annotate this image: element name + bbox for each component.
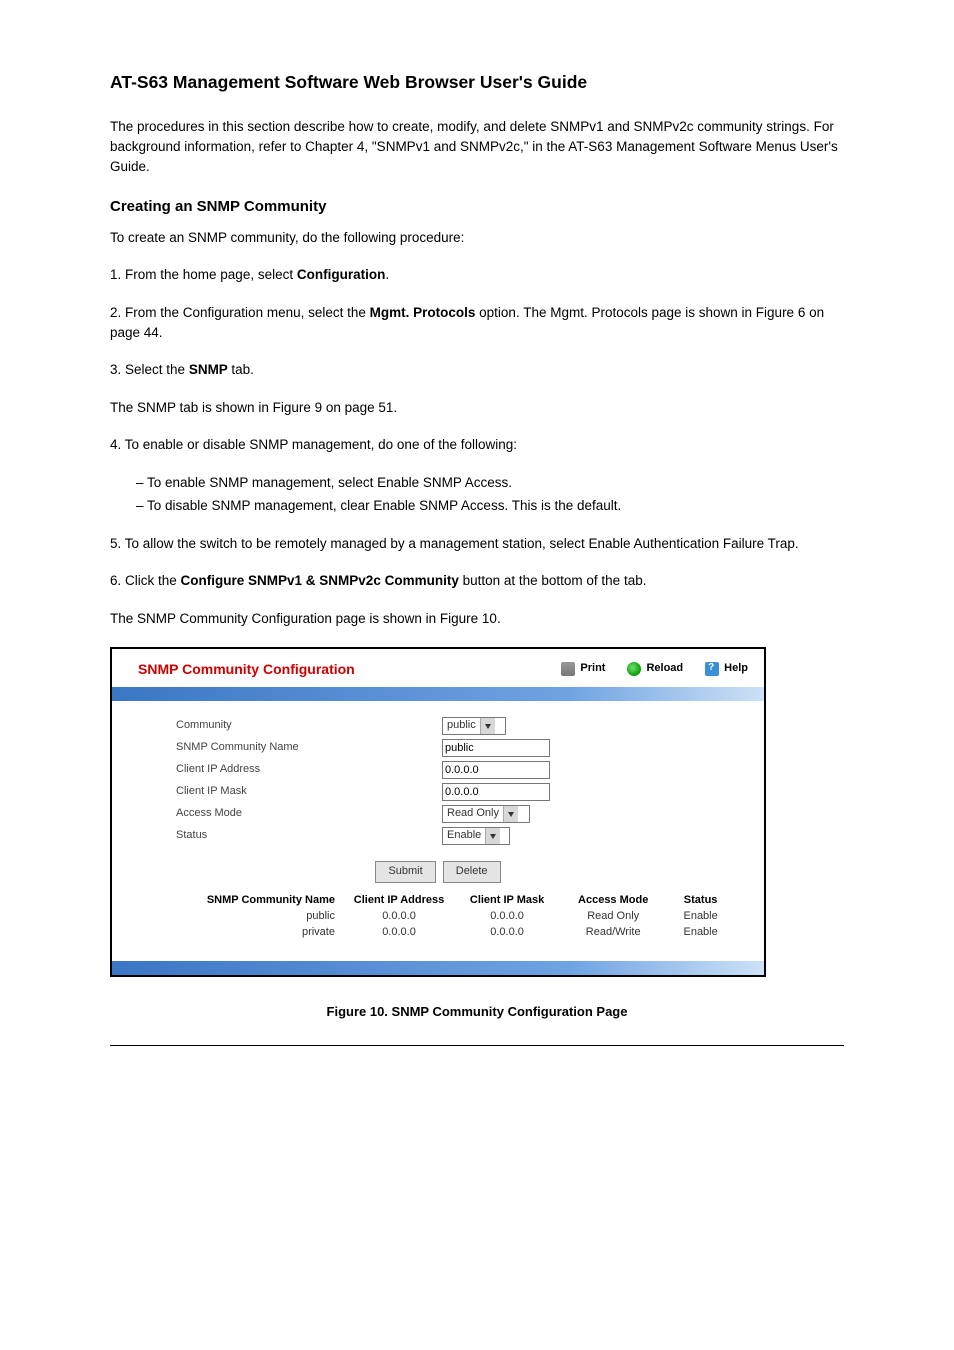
label-client-ip: Client IP Address <box>176 762 442 778</box>
step-4-options: – To enable SNMP management, select Enab… <box>110 473 844 516</box>
community-select-value: public <box>447 718 476 734</box>
reload-label: Reload <box>646 661 683 677</box>
table-head: SNMP Community Name Client IP Address Cl… <box>166 893 736 909</box>
step3-a: 3. Select the <box>110 362 189 377</box>
step2-mgmt: Mgmt. Protocols <box>370 305 480 320</box>
td-status: Enable <box>665 925 736 941</box>
status-value: Enable <box>447 828 481 844</box>
step3-snmp: SNMP <box>189 362 232 377</box>
figure-caption: Figure 10. SNMP Community Configuration … <box>110 1003 844 1022</box>
label-snmp-name: SNMP Community Name <box>176 740 442 756</box>
td-mode: Read Only <box>561 909 665 925</box>
help-button[interactable]: Help <box>705 661 748 677</box>
submit-button[interactable]: Submit <box>375 861 435 883</box>
print-icon <box>561 662 575 676</box>
td-ip: 0.0.0.0 <box>345 925 453 941</box>
td-name: private <box>166 925 345 941</box>
client-ip-input[interactable] <box>442 761 550 779</box>
label-community: Community <box>176 718 442 734</box>
help-icon <box>705 662 719 676</box>
td-status: Enable <box>665 909 736 925</box>
step6-configure: Configure SNMPv1 & SNMPv2c Community <box>181 573 459 588</box>
bottom-rule <box>110 1045 844 1046</box>
th-name: SNMP Community Name <box>166 893 345 909</box>
snmp-name-input[interactable] <box>442 739 550 757</box>
step1-lead: 1. From the home page, select <box>110 267 297 282</box>
screenshot-title: SNMP Community Configuration <box>138 659 561 679</box>
label-access-mode: Access Mode <box>176 806 442 822</box>
th-status: Status <box>665 893 736 909</box>
reload-icon <box>627 662 641 676</box>
td-name: public <box>166 909 345 925</box>
step-1: 1. From the home page, select Configurat… <box>110 265 844 285</box>
td-mask: 0.0.0.0 <box>453 925 561 941</box>
th-mask: Client IP Mask <box>453 893 561 909</box>
step4-enable: – To enable SNMP management, select Enab… <box>136 473 844 493</box>
screenshot-table: SNMP Community Name Client IP Address Cl… <box>112 889 764 955</box>
blue-bar-top <box>112 687 764 701</box>
table-row: public 0.0.0.0 0.0.0.0 Read Only Enable <box>166 909 736 925</box>
screenshot-snmp-config: SNMP Community Configuration Print Reloa… <box>110 647 766 977</box>
help-label: Help <box>724 661 748 677</box>
step3-b: tab. <box>231 362 254 377</box>
intro-paragraph: The procedures in this section describe … <box>110 117 844 176</box>
step-4: 4. To enable or disable SNMP management,… <box>110 435 844 455</box>
client-mask-input[interactable] <box>442 783 550 801</box>
td-mask: 0.0.0.0 <box>453 909 561 925</box>
step1-period: . <box>385 267 389 282</box>
chevron-down-icon <box>503 806 518 822</box>
screenshot-header: SNMP Community Configuration Print Reloa… <box>112 649 764 687</box>
print-label: Print <box>580 661 605 677</box>
page-title: AT-S63 Management Software Web Browser U… <box>110 70 844 95</box>
reload-button[interactable]: Reload <box>627 661 683 677</box>
step6-a: 6. Click the <box>110 573 181 588</box>
th-ip: Client IP Address <box>345 893 453 909</box>
delete-button[interactable]: Delete <box>443 861 501 883</box>
chevron-down-icon <box>485 828 500 844</box>
label-client-mask: Client IP Mask <box>176 784 442 800</box>
label-status: Status <box>176 828 442 844</box>
print-button[interactable]: Print <box>561 661 605 677</box>
step-6-after: The SNMP Community Configuration page is… <box>110 609 844 629</box>
th-mode: Access Mode <box>561 893 665 909</box>
td-ip: 0.0.0.0 <box>345 909 453 925</box>
step-3-after: The SNMP tab is shown in Figure 9 on pag… <box>110 398 844 418</box>
creating-intro: To create an SNMP community, do the foll… <box>110 228 844 248</box>
blue-bar-bottom <box>112 961 764 975</box>
table-row: private 0.0.0.0 0.0.0.0 Read/Write Enabl… <box>166 925 736 941</box>
screenshot-buttons: Submit Delete <box>112 851 764 889</box>
access-mode-select[interactable]: Read Only <box>442 805 530 823</box>
step2-a: 2. From the Configuration menu, select t… <box>110 305 370 320</box>
status-select[interactable]: Enable <box>442 827 510 845</box>
step4-disable: – To disable SNMP management, clear Enab… <box>136 496 844 516</box>
step-2: 2. From the Configuration menu, select t… <box>110 303 844 342</box>
step-3: 3. Select the SNMP tab. <box>110 360 844 380</box>
chevron-down-icon <box>480 718 495 734</box>
step1-configuration: Configuration <box>297 267 385 282</box>
step-6: 6. Click the Configure SNMPv1 & SNMPv2c … <box>110 571 844 591</box>
td-mode: Read/Write <box>561 925 665 941</box>
step6-b: button at the bottom of the tab. <box>459 573 647 588</box>
step-5: 5. To allow the switch to be remotely ma… <box>110 534 844 554</box>
screenshot-form: Community public SNMP Community Name Cli… <box>112 701 764 851</box>
access-mode-value: Read Only <box>447 806 499 822</box>
section-heading-creating: Creating an SNMP Community <box>110 196 844 218</box>
community-select[interactable]: public <box>442 717 506 735</box>
screenshot-actions: Print Reload Help <box>561 661 748 677</box>
